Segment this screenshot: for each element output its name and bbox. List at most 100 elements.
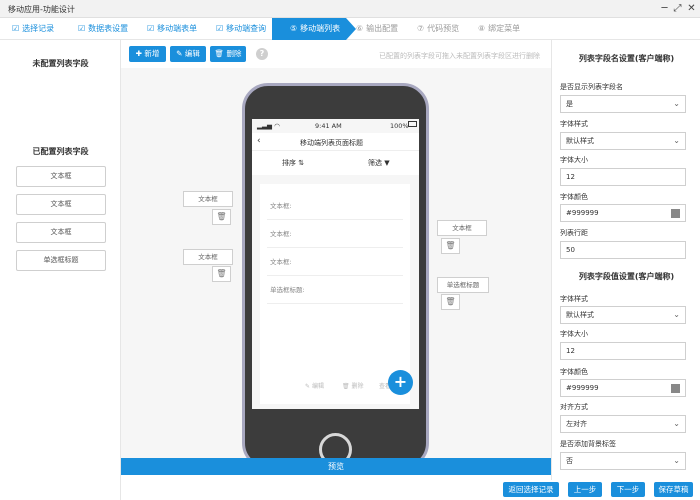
- step-output-config[interactable]: ⑥ 输出配置: [356, 18, 398, 40]
- font-color-label: 字体颜色: [560, 193, 588, 201]
- list-page-title: 移动端列表页面标题: [300, 139, 363, 147]
- filter-icon: ▼: [384, 159, 390, 167]
- color-swatch[interactable]: [671, 209, 680, 218]
- step-number-icon: ⑦: [417, 24, 425, 33]
- next-step-button[interactable]: 下一步: [611, 482, 645, 497]
- step-label: 输出配置: [366, 24, 399, 33]
- return-select-record-button[interactable]: 返回选择记录: [503, 482, 559, 497]
- trash-icon[interactable]: 🗑: [441, 238, 460, 254]
- font-style-label: 字体样式: [560, 120, 588, 128]
- select-value: 默认样式: [566, 137, 594, 145]
- window-titlebar: 移动应用-功能设计 ─ ⤢ ✕: [0, 0, 700, 18]
- sort-button[interactable]: 排序 ⇅: [282, 158, 304, 168]
- chevron-down-icon: ⌄: [673, 419, 680, 428]
- field-tag[interactable]: 文本框: [183, 191, 233, 207]
- trash-icon[interactable]: 🗑: [212, 209, 231, 225]
- row-height-label: 列表行距: [560, 229, 588, 237]
- close-icon[interactable]: ✕: [686, 3, 697, 14]
- step-label: 移动端查询: [226, 24, 267, 33]
- step-table-settings[interactable]: ☑ 数据表设置: [78, 18, 128, 40]
- value-font-color-input[interactable]: #999999: [560, 379, 686, 397]
- step-label: 绑定菜单: [488, 24, 521, 33]
- field-tag[interactable]: 文本框: [437, 220, 487, 236]
- phone-status-bar: ▂▃▅ ◠ 9:41 AM 100%: [252, 119, 419, 133]
- help-icon[interactable]: ?: [256, 48, 268, 60]
- save-draft-button[interactable]: 保存草稿: [654, 482, 693, 497]
- row-height-input[interactable]: 50: [560, 241, 686, 259]
- check-icon: ☑: [147, 24, 155, 33]
- select-value: 否: [566, 457, 573, 465]
- delete-label: 删除: [226, 49, 242, 58]
- wizard-steps: ☑ 选择记录 ☑ 数据表设置 ☑ 移动端表单 ☑ 移动端查询 ⑤ 移动端列表 ⑥ 输出配置 …: [0, 18, 700, 40]
- configured-field-item[interactable]: 单选框标题: [16, 250, 106, 271]
- battery-icon: [408, 121, 417, 127]
- phone-nav-bar: ‹ 移动端列表页面标题: [252, 133, 419, 151]
- left-field-panel: 未配置列表字段 已配置列表字段 文本框 文本框 文本框 单选框标题: [0, 40, 121, 500]
- filter-label: 筛选: [368, 159, 382, 167]
- list-row: 文本框:: [267, 220, 403, 248]
- card-delete-action[interactable]: 🗑 删除: [342, 381, 364, 390]
- step-bind-menu[interactable]: ⑧ 绑定菜单: [478, 18, 520, 40]
- step-label: 移动端列表: [300, 24, 341, 33]
- sort-icon: ⇅: [298, 159, 305, 167]
- step-number-icon: ⑧: [478, 24, 486, 33]
- add-button[interactable]: ✚ 新增: [129, 46, 166, 62]
- card-delete-label: 删除: [351, 383, 364, 390]
- step-mobile-form[interactable]: ☑ 移动端表单: [147, 18, 197, 40]
- window-title: 移动应用-功能设计: [8, 5, 75, 14]
- bg-label-label: 是否添加背景标签: [560, 440, 616, 448]
- value-font-size-input[interactable]: 12: [560, 342, 686, 360]
- filter-button[interactable]: 筛选 ▼: [368, 158, 390, 168]
- card-edit-label: 编辑: [311, 383, 324, 390]
- value-settings-title: 列表字段值设置(客户端称): [578, 272, 675, 281]
- configured-field-item[interactable]: 文本框: [16, 166, 106, 187]
- phone-filter-bar: 排序 ⇅ 筛选 ▼: [252, 151, 419, 175]
- field-tag[interactable]: 单选框标题: [437, 277, 489, 293]
- list-card: 文本框: 文本框: 文本框: 单选框标题: ✎ 编辑 🗑 删除 查看: [260, 184, 410, 404]
- back-icon[interactable]: ‹: [257, 136, 261, 146]
- add-label: 新增: [144, 49, 160, 58]
- color-value: #999999: [566, 209, 599, 217]
- chevron-down-icon: ⌄: [673, 136, 680, 145]
- configured-field-item[interactable]: 文本框: [16, 194, 106, 215]
- card-edit-action[interactable]: ✎ 编辑: [305, 381, 324, 390]
- signal-icon: ▂▃▅ ◠: [257, 122, 280, 130]
- maximize-icon[interactable]: ⤢: [672, 3, 683, 14]
- preview-button[interactable]: 预览: [121, 458, 551, 475]
- step-mobile-query[interactable]: ☑ 移动端查询: [216, 18, 266, 40]
- check-icon: ☑: [78, 24, 86, 33]
- font-style-select[interactable]: 默认样式 ⌄: [560, 132, 686, 150]
- color-swatch[interactable]: [671, 384, 680, 393]
- step-code-preview[interactable]: ⑦ 代码预览: [417, 18, 459, 40]
- step-select-record[interactable]: ☑ 选择记录: [12, 18, 54, 40]
- step-mobile-list[interactable]: ⑤ 移动端列表: [272, 18, 346, 40]
- prev-step-button[interactable]: 上一步: [568, 482, 602, 497]
- status-time: 9:41 AM: [315, 122, 342, 130]
- trash-icon[interactable]: 🗑: [441, 294, 460, 310]
- edit-button[interactable]: ✎ 编辑: [170, 46, 206, 62]
- step-number-icon: ⑥: [356, 24, 364, 33]
- step-label: 选择记录: [22, 24, 55, 33]
- right-settings-panel: 列表字段名设置(客户端称) 是否显示列表字段名 是 ⌄ 字体样式 默认样式 ⌄ 字体…: [551, 40, 700, 480]
- field-tag[interactable]: 文本框: [183, 249, 233, 265]
- font-size-input[interactable]: 12: [560, 168, 686, 186]
- step-label: 数据表设置: [88, 24, 129, 33]
- align-select[interactable]: 左对齐 ⌄: [560, 415, 686, 433]
- show-name-select[interactable]: 是 ⌄: [560, 95, 686, 113]
- value-font-style-label: 字体样式: [560, 295, 588, 303]
- chevron-down-icon: ⌄: [673, 456, 680, 465]
- configured-fields-title: 已配置列表字段: [32, 147, 89, 156]
- fab-add-button[interactable]: +: [388, 370, 413, 395]
- bg-label-select[interactable]: 否 ⌄: [560, 452, 686, 470]
- minimize-icon[interactable]: ─: [659, 3, 670, 14]
- configured-field-item[interactable]: 文本框: [16, 222, 106, 243]
- trash-icon[interactable]: 🗑: [212, 266, 231, 282]
- list-row: 文本框:: [267, 192, 403, 220]
- delete-button[interactable]: 🗑 删除: [210, 46, 246, 62]
- value-font-size-label: 字体大小: [560, 330, 588, 338]
- select-value: 左对齐: [566, 420, 587, 428]
- font-color-input[interactable]: #999999: [560, 204, 686, 222]
- check-icon: ☑: [12, 24, 20, 33]
- font-size-label: 字体大小: [560, 156, 588, 164]
- value-font-style-select[interactable]: 默认样式 ⌄: [560, 306, 686, 324]
